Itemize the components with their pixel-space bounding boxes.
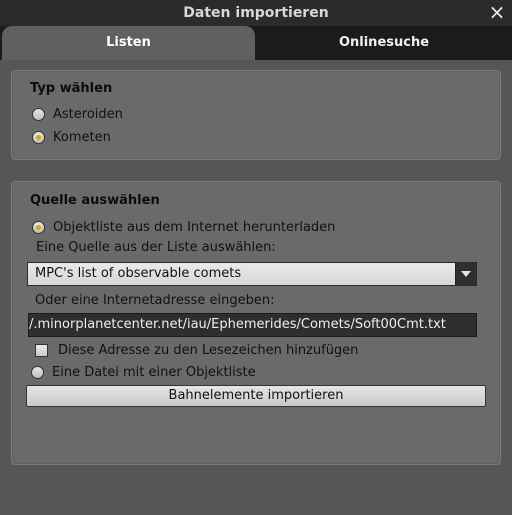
comets-label: Kometen [53, 129, 111, 145]
source-select-value: MPC's list of observable comets [35, 266, 242, 281]
source-group-title: Quelle auswählen [30, 193, 160, 208]
comets-option[interactable]: Kometen [32, 127, 111, 147]
internet-option[interactable]: Objektliste aus dem Internet herunterlad… [32, 217, 335, 237]
asteroids-option[interactable]: Asteroiden [32, 104, 123, 124]
type-group: Typ wählen Asteroiden Kometen [11, 70, 501, 160]
import-button[interactable]: Bahnelemente importieren [26, 385, 486, 407]
close-icon[interactable]: × [486, 1, 508, 23]
url-field[interactable]: /.minorplanetcenter.net/iau/Ephemerides/… [28, 313, 477, 337]
type-group-title: Typ wählen [30, 81, 113, 96]
source-select[interactable]: MPC's list of observable comets [27, 262, 477, 286]
internet-label: Objektliste aus dem Internet herunterlad… [53, 219, 336, 235]
bookmark-checkbox[interactable] [35, 343, 48, 357]
listen-panel: Typ wählen Asteroiden Kometen Quelle aus… [0, 60, 512, 515]
tab-bar: Listen Onlinesuche [0, 26, 512, 60]
asteroids-radio[interactable] [32, 107, 45, 121]
url-prompt: Oder eine Internetadresse eingeben: [35, 293, 275, 308]
file-option[interactable]: Eine Datei mit einer Objektliste [31, 362, 256, 382]
select-prompt: Eine Quelle aus der Liste auswählen: [36, 240, 276, 255]
tab-onlinesuche[interactable]: Onlinesuche [258, 26, 510, 60]
file-label: Eine Datei mit einer Objektliste [52, 364, 256, 380]
internet-radio[interactable] [32, 220, 45, 234]
tab-listen[interactable]: Listen [2, 26, 255, 60]
window-title: Daten importieren [183, 5, 329, 21]
bookmark-label: Diese Adresse zu den Lesezeichen hinzufü… [58, 342, 359, 358]
chevron-down-icon[interactable] [455, 263, 476, 285]
asteroids-label: Asteroiden [53, 106, 123, 122]
bookmark-option[interactable]: Diese Adresse zu den Lesezeichen hinzufü… [35, 340, 358, 360]
file-radio[interactable] [31, 365, 44, 379]
url-field-value: /.minorplanetcenter.net/iau/Ephemerides/… [29, 317, 446, 332]
comets-radio[interactable] [32, 130, 45, 144]
